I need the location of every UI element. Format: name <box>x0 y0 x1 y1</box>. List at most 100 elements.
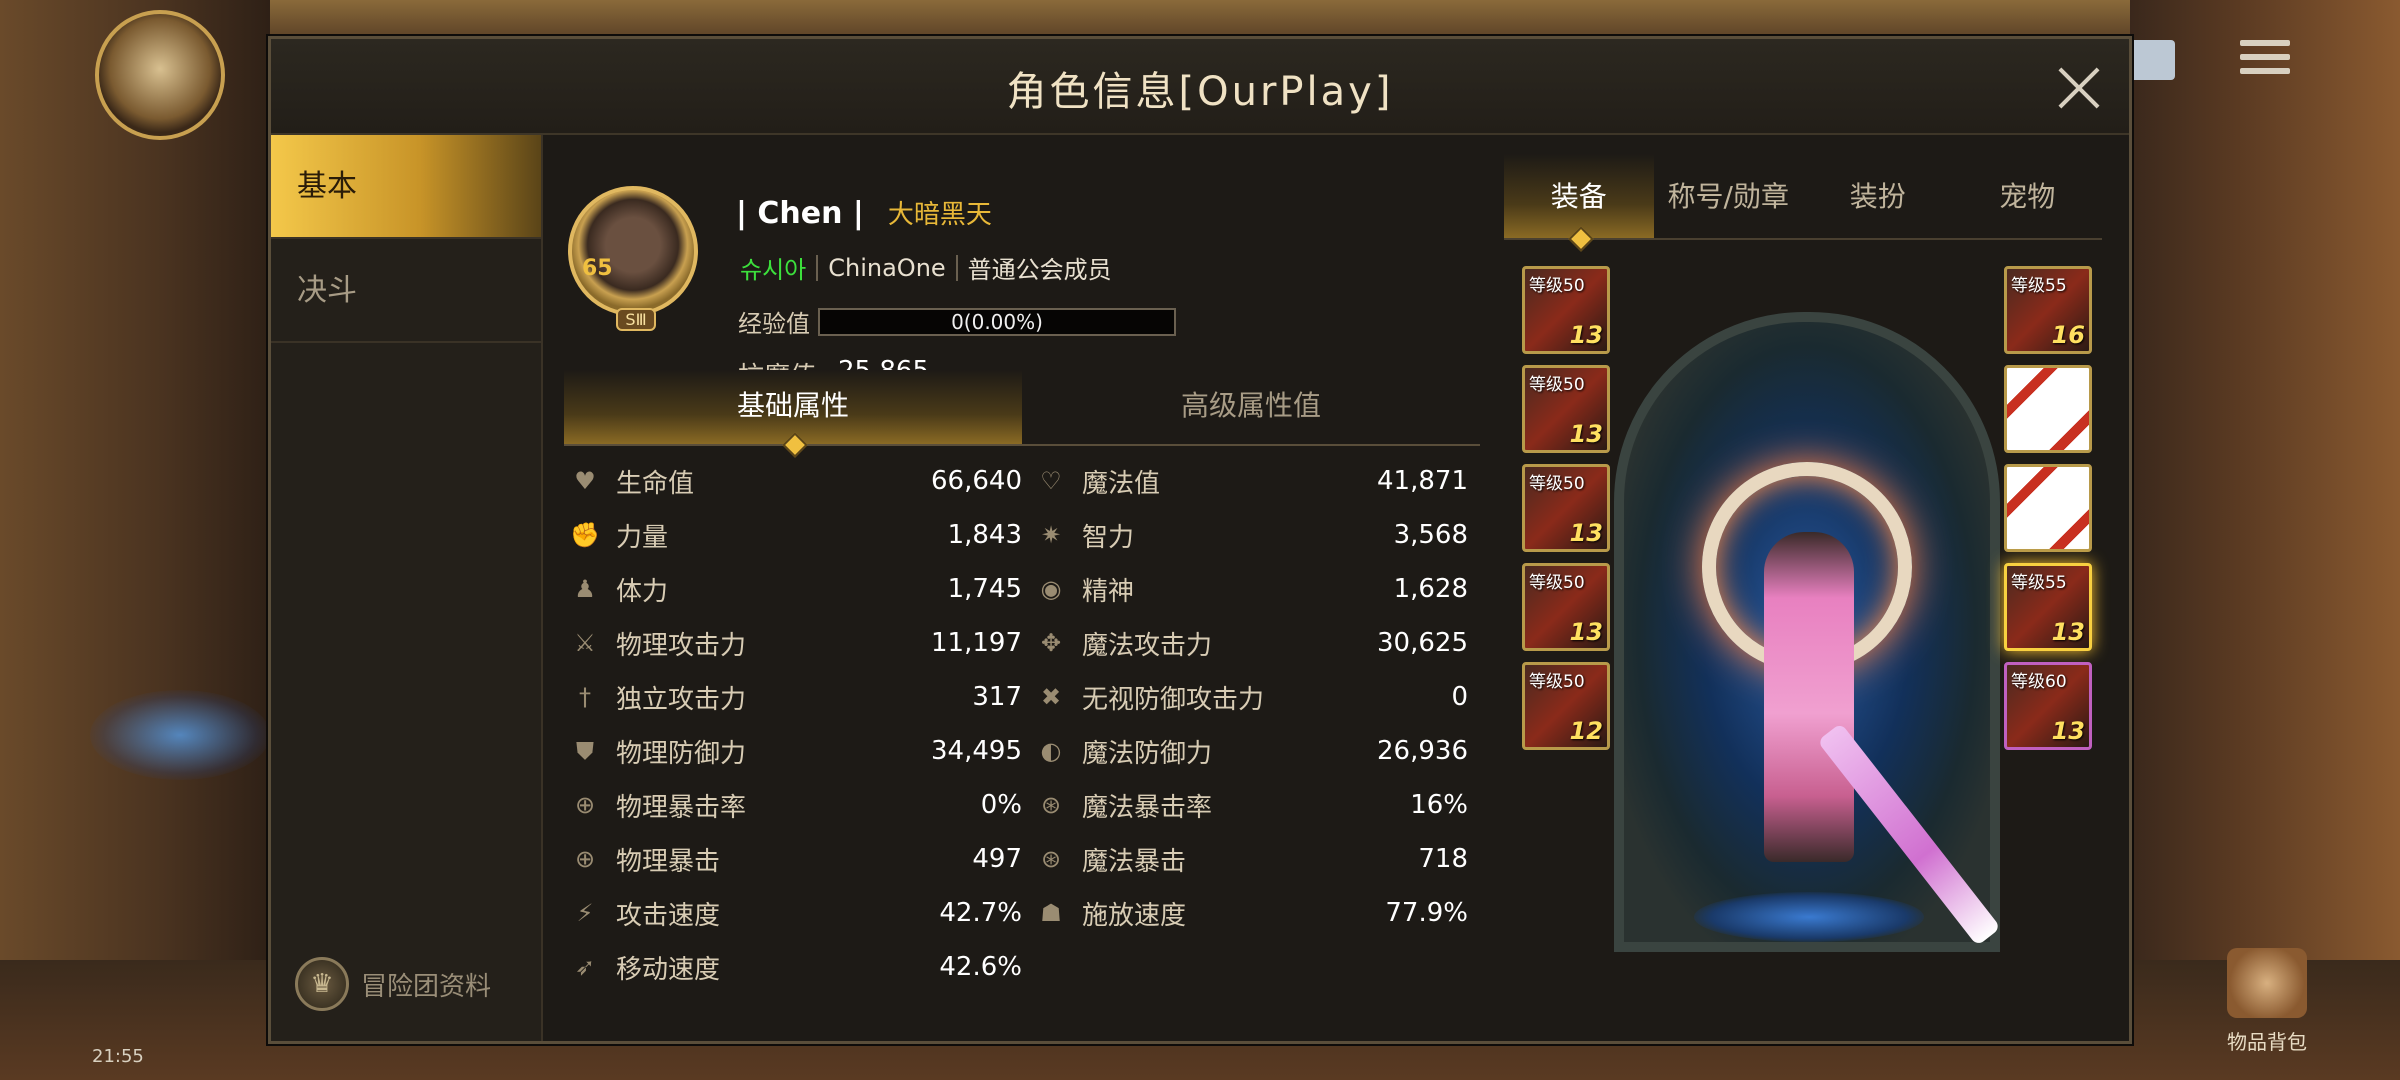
stat-label: 攻击速度 <box>616 900 721 931</box>
intelligence-icon: ✷ <box>1040 521 1062 549</box>
tab-equipment[interactable]: 装备 <box>1504 154 1654 238</box>
stat-value: 30,625 <box>1377 628 1468 658</box>
magic-defense-icon: ◐ <box>1040 737 1062 765</box>
stat-item: ☗ 施放速度 77.9% <box>1034 895 1480 932</box>
stat-label: 物理攻击力 <box>616 630 747 661</box>
tab-basic-attributes[interactable]: 基础属性 <box>564 370 1022 444</box>
stat-label: 生命值 <box>616 468 695 499</box>
equipment-slot[interactable]: 等级50 13 <box>1522 464 1610 552</box>
inventory-button[interactable]: 物品背包 <box>2212 948 2322 1068</box>
portal-glow <box>90 690 270 780</box>
stats-table: ♥ 生命值 66,640 ♡ 魔法值 41,871 ✊ 力量 1,843 ✷ 智力 3,568 ♟ 体力 1… <box>568 454 1480 994</box>
stat-row: ⛊ 物理防御力 34,495 ◐ 魔法防御力 26,936 <box>568 724 1480 778</box>
tab-pet[interactable]: 宠物 <box>1953 154 2103 238</box>
stat-row: ♥ 生命值 66,640 ♡ 魔法值 41,871 <box>568 454 1480 508</box>
magic-crit-icon: ⊛ <box>1040 791 1062 819</box>
equipment-slot[interactable]: 等级50 12 <box>1522 662 1610 750</box>
stat-item: ⚔ 物理攻击力 11,197 <box>568 625 1034 662</box>
slot-enhance-level: 13 <box>2051 618 2085 646</box>
character-preview <box>1614 312 2001 972</box>
equipment-slots-right: 等级55 16 等级55 13 等级60 13 <box>2004 266 2096 761</box>
dagger-icon: † <box>579 683 591 711</box>
preview-base <box>1694 892 1924 942</box>
stat-label: 智力 <box>1082 522 1135 553</box>
equipment-slot[interactable]: 等级50 13 <box>1522 563 1610 651</box>
equipment-tabs: 装备 称号/勋章 装扮 宠物 <box>1504 154 2102 240</box>
equipment-slot[interactable]: 等级50 13 <box>1522 365 1610 453</box>
stat-item: ⚡ 攻击速度 42.7% <box>568 895 1034 932</box>
magic-crit-icon: ⊛ <box>1040 845 1062 873</box>
stat-label: 体力 <box>616 576 669 607</box>
side-tab-duel[interactable]: 决斗 <box>271 239 541 343</box>
mail-icon[interactable] <box>2125 40 2175 80</box>
equipment-slot[interactable]: 等级50 13 <box>1522 266 1610 354</box>
stat-row: ⊕ 物理暴击率 0% ⊛ 魔法暴击率 16% <box>568 778 1480 832</box>
tab-titles-medals[interactable]: 称号/勋章 <box>1654 154 1804 238</box>
character-model <box>1764 532 1854 862</box>
slot-level: 等级50 <box>1529 276 1585 296</box>
stat-label: 魔法暴击率 <box>1082 792 1213 823</box>
equipment-slots-left: 等级50 13 等级50 13 等级50 13 等级50 13 等级50 12 <box>1522 266 1614 761</box>
player-avatar[interactable] <box>95 10 225 140</box>
stat-label: 魔法暴击 <box>1082 846 1187 877</box>
stat-label: 魔法防御力 <box>1082 738 1213 769</box>
equipment-slot[interactable] <box>2004 365 2092 453</box>
stat-row: ⊕ 物理暴击 497 ⊛ 魔法暴击 718 <box>568 832 1480 886</box>
stat-item: ➶ 移动速度 42.6% <box>568 949 1034 986</box>
slot-enhance-level: 13 <box>1569 618 1603 646</box>
stat-label: 力量 <box>616 522 669 553</box>
slot-enhance-level: 16 <box>2051 321 2085 349</box>
stat-label: 魔法值 <box>1082 468 1161 499</box>
slot-level: 等级60 <box>2011 672 2067 692</box>
stat-item: ⛊ 物理防御力 34,495 <box>568 733 1034 770</box>
rank-badge: SⅢ <box>616 308 656 331</box>
stat-value: 317 <box>972 682 1022 712</box>
exp-text: 0(0.00%) <box>951 309 1043 334</box>
stat-row: ➶ 移动速度 42.6% <box>568 940 1480 994</box>
shield-icon: ⛊ <box>576 737 594 765</box>
stat-label: 施放速度 <box>1082 900 1187 931</box>
menu-icon[interactable] <box>2240 40 2290 80</box>
stat-row: † 独立攻击力 317 ✖ 无视防御攻击力 0 <box>568 670 1480 724</box>
stat-item: ◐ 魔法防御力 26,936 <box>1034 733 1480 770</box>
slot-enhance-level: 13 <box>2051 717 2085 745</box>
tab-avatar[interactable]: 装扮 <box>1803 154 1953 238</box>
stat-value: 34,495 <box>931 736 1022 766</box>
equipment-slot[interactable]: 等级55 13 <box>2004 563 2092 651</box>
stat-row: ⚔ 物理攻击力 11,197 ✥ 魔法攻击力 30,625 <box>568 616 1480 670</box>
attack-speed-icon: ⚡ <box>576 899 594 927</box>
stat-value: 42.6% <box>939 952 1022 982</box>
stat-item: ⊕ 物理暴击率 0% <box>568 787 1034 824</box>
slot-level: 等级50 <box>1529 573 1585 593</box>
exp-line: 经验值 0(0.00%) <box>738 304 1176 339</box>
equipment-slot[interactable] <box>2004 464 2092 552</box>
character-level: 65 <box>582 256 613 281</box>
close-button[interactable] <box>2051 61 2105 115</box>
stat-value: 0 <box>1451 682 1468 712</box>
equipment-slot[interactable]: 等级55 16 <box>2004 266 2092 354</box>
character-class: 大暗黑天 <box>887 200 992 230</box>
server-name: 슈시아 <box>740 256 807 284</box>
heart-outline-icon: ♡ <box>1040 467 1062 495</box>
stat-label: 物理防御力 <box>616 738 747 769</box>
side-tab-basic[interactable]: 基本 <box>271 135 541 239</box>
character-portrait <box>568 186 698 316</box>
exp-bar: 0(0.00%) <box>818 307 1176 336</box>
slot-level: 等级55 <box>2011 573 2067 593</box>
tab-advanced-attributes[interactable]: 高级属性值 <box>1022 370 1480 444</box>
adventure-team-button[interactable]: ♛ 冒险团资料 <box>295 957 491 1011</box>
stat-item: ◉ 精神 1,628 <box>1034 571 1480 608</box>
stat-item: ⊕ 物理暴击 497 <box>568 841 1034 878</box>
slot-enhance-level: 12 <box>1569 717 1603 745</box>
stat-item: ♥ 生命值 66,640 <box>568 463 1034 500</box>
stat-label: 精神 <box>1082 576 1135 607</box>
panel-title-bar: 角色信息[OurPlay] <box>271 39 2129 135</box>
stat-label: 独立攻击力 <box>616 684 747 715</box>
equipment-slot[interactable]: 等级60 13 <box>2004 662 2092 750</box>
magic-attack-icon: ✥ <box>1040 629 1062 657</box>
move-speed-icon: ➶ <box>574 953 596 981</box>
stat-item: ✊ 力量 1,843 <box>568 517 1034 554</box>
slot-enhance-level: 13 <box>1569 420 1603 448</box>
stat-row: ♟ 体力 1,745 ◉ 精神 1,628 <box>568 562 1480 616</box>
slot-level: 等级55 <box>2011 276 2067 296</box>
